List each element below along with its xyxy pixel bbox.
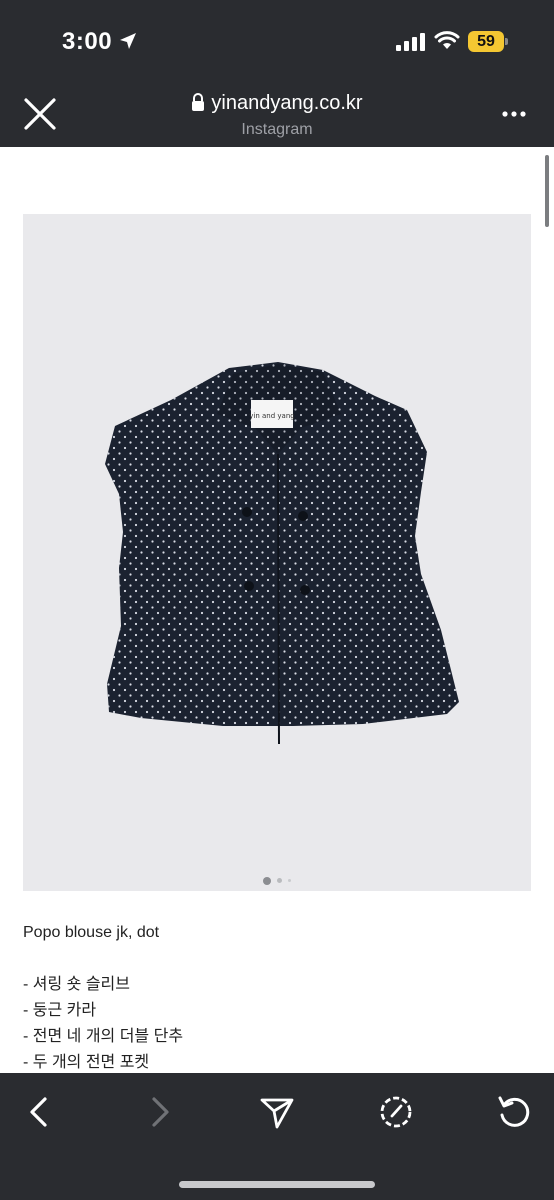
home-indicator[interactable] [179,1181,375,1188]
time-text: 3:00 [62,28,113,55]
url-text: yinandyang.co.kr [211,92,363,114]
web-content[interactable]: yin and yang Popo blouse jk, dot - 셔링 숏 … [0,147,554,1073]
open-in-browser-button[interactable] [376,1091,416,1131]
bottom-toolbar [0,1073,554,1200]
svg-text:yin and yang: yin and yang [249,412,294,420]
more-options-button[interactable] [500,106,530,122]
carousel-dot-active[interactable] [263,876,271,885]
share-icon[interactable] [257,1091,297,1131]
reload-icon[interactable] [494,1091,534,1131]
battery-icon: 59 [468,31,508,52]
cellular-signal-icon [396,33,425,51]
more-icon[interactable] [500,106,530,122]
wifi-icon [434,31,460,49]
feature-item: - 전면 네 개의 더블 단추 [23,1028,184,1045]
battery-level: 59 [468,31,504,52]
browser-header: 3:00 59 yinandyang.co.kr Instagram [0,0,554,147]
url-display[interactable]: yinandyang.co.kr [0,92,554,117]
feature-item: - 둥근 카라 [23,1002,97,1019]
product-title: Popo blouse jk, dot [23,924,160,941]
feature-item: - 두 개의 전면 포켓 [23,1054,150,1071]
back-button[interactable] [20,1091,60,1131]
share-button[interactable] [257,1091,297,1131]
browser-icon[interactable] [376,1091,416,1131]
scrollbar[interactable] [545,155,549,227]
carousel-dot[interactable] [288,879,291,883]
reload-button[interactable] [494,1091,534,1131]
carousel-dot[interactable] [277,878,282,884]
product-image[interactable]: yin and yang [23,214,531,891]
lock-icon [191,93,205,117]
feature-item: - 셔링 숏 슬리브 [23,976,130,993]
product-description: Popo blouse jk, dot - 셔링 숏 슬리브 - 둥근 카라 -… [23,920,183,1073]
status-time: 3:00 [62,28,138,58]
carousel-indicator[interactable] [23,872,531,890]
forward-button[interactable] [140,1091,180,1131]
back-icon[interactable] [20,1091,60,1131]
page-subtitle: Instagram [241,121,313,138]
blouse-photo: yin and yang [105,362,459,745]
location-arrow-icon [118,30,138,58]
forward-icon[interactable] [140,1091,180,1131]
